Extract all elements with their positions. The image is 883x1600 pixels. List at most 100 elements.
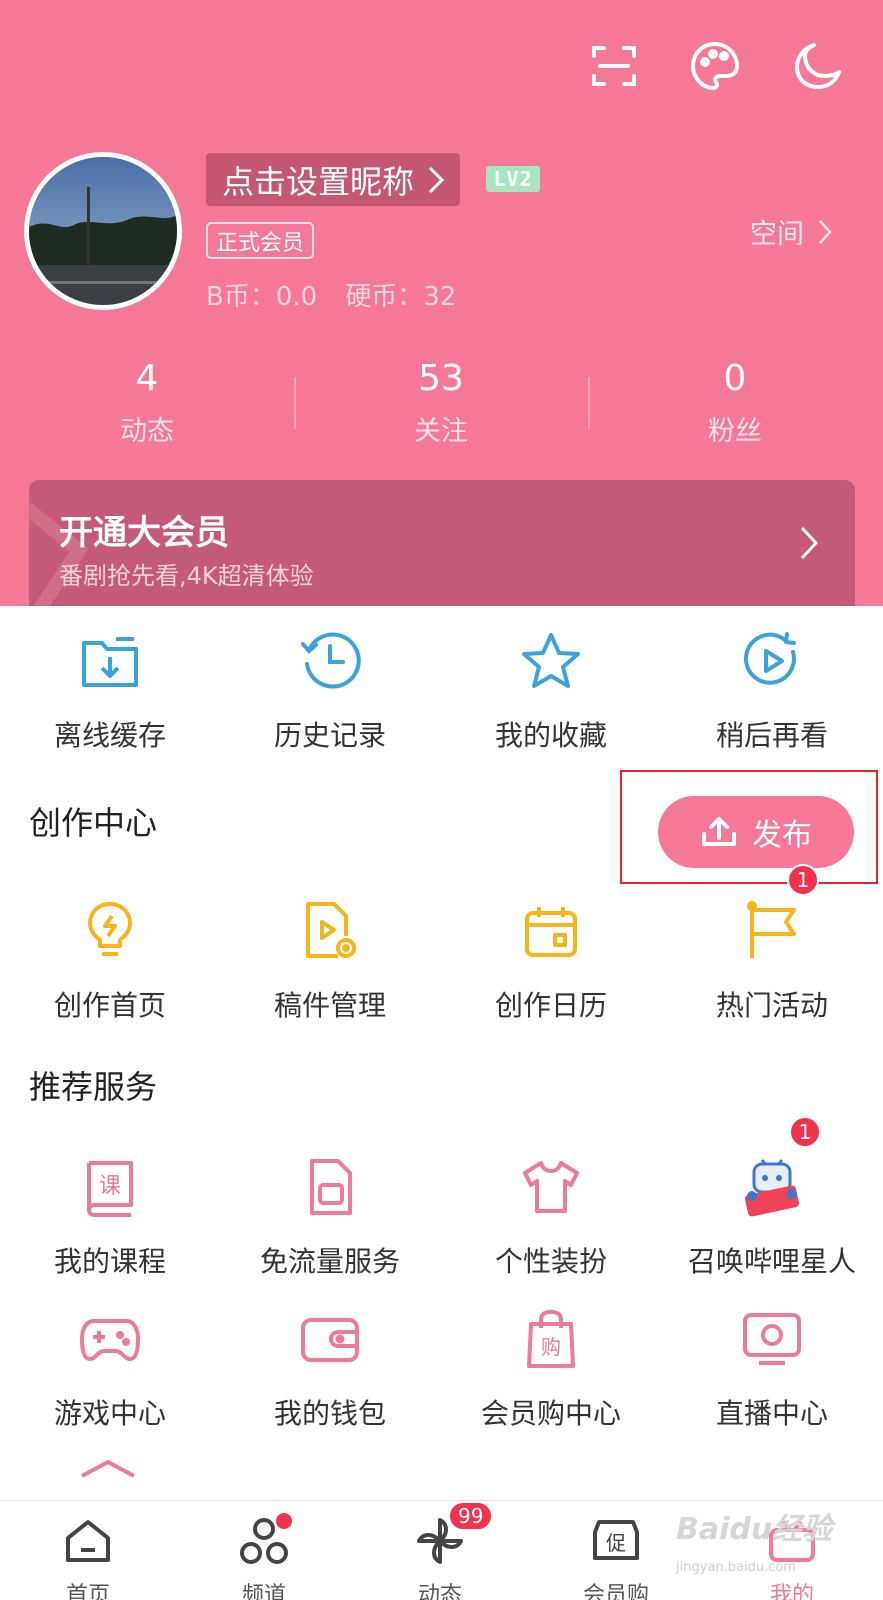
history-item[interactable]: 历史记录	[220, 628, 440, 754]
coin-info: B币：0.0 硬币：32	[206, 276, 456, 313]
wallet-item[interactable]: 我的钱包	[220, 1306, 440, 1432]
item-label: 我的钱包	[273, 1397, 386, 1430]
notification-badge: 1	[789, 1116, 821, 1148]
item-label: 免流量服务	[259, 1245, 400, 1278]
membership-badge: 正式会员	[206, 222, 315, 259]
item-label: 我的课程	[53, 1245, 166, 1278]
avatar[interactable]	[24, 152, 182, 310]
recommended-services-title: 推荐服务	[29, 1068, 158, 1106]
live-tv-icon	[739, 1306, 805, 1372]
free-data-item[interactable]: 免流量服务	[220, 1154, 440, 1280]
vip-title: 开通大会员	[59, 513, 229, 553]
stat-label: 动态	[120, 416, 174, 447]
my-courses-item[interactable]: 课 我的课程	[0, 1154, 220, 1280]
scan-icon[interactable]	[584, 36, 644, 96]
item-label: 热门活动	[715, 989, 828, 1022]
creation-center-title: 创作中心	[29, 804, 158, 842]
gamepad-icon	[77, 1306, 143, 1372]
palette-icon[interactable]	[685, 36, 745, 96]
sim-card-icon	[297, 1154, 363, 1220]
watermark-url: jingyan.baidu.com	[676, 1560, 796, 1575]
download-folder-icon	[77, 628, 143, 694]
item-label: 离线缓存	[53, 719, 166, 752]
item-label: 会员购中心	[480, 1397, 621, 1430]
creation-row: 创作首页 稿件管理 创作日历 1 热门活动	[0, 864, 883, 1048]
quick-actions-row: 离线缓存 历史记录 我的收藏 稍后再看	[0, 628, 883, 778]
stat-following[interactable]: 53 关注	[294, 355, 588, 448]
manuscript-manage-item[interactable]: 稿件管理	[220, 898, 440, 1024]
services-row-1: 课 我的课程 免流量服务 个性装扮 1 召唤哔哩星人	[0, 1116, 883, 1304]
stat-dynamics[interactable]: 4 动态	[0, 355, 294, 448]
tab-label: 首页	[65, 1583, 110, 1600]
stats-row: 4 动态 53 关注 0 粉丝	[0, 355, 883, 455]
tab-label: 动态	[417, 1583, 462, 1600]
hot-activities-item[interactable]: 1 热门活动	[662, 864, 882, 1024]
stat-value: 53	[418, 358, 464, 399]
vip-shop-item[interactable]: 购 会员购中心	[441, 1306, 661, 1432]
channel-icon	[176, 1513, 352, 1567]
game-center-item[interactable]: 游戏中心	[0, 1306, 220, 1432]
item-label: 稿件管理	[273, 989, 386, 1022]
space-label: 空间	[750, 219, 804, 250]
content-panel: 离线缓存 历史记录 我的收藏 稍后再看 创作中心 发布 创作首页 稿件管理 创作…	[0, 606, 883, 1506]
bcoin-balance: B币：0.0	[206, 282, 318, 312]
item-label: 召唤哔哩星人	[687, 1245, 856, 1278]
item-label: 创作日历	[494, 989, 607, 1022]
chevron-right-icon	[819, 219, 832, 244]
course-book-icon: 课	[77, 1154, 143, 1220]
stat-value: 4	[135, 358, 159, 399]
nickname-button[interactable]: 点击设置昵称	[206, 153, 461, 206]
item-label: 历史记录	[273, 719, 386, 752]
svg-text:购: 购	[541, 1335, 561, 1359]
chevron-right-icon	[800, 526, 819, 560]
flag-icon: 1	[739, 864, 819, 964]
offline-cache-item[interactable]: 离线缓存	[0, 628, 220, 754]
mascot-icon: 1	[739, 1116, 821, 1220]
notification-badge: 99	[448, 1501, 494, 1531]
chevron-right-icon	[428, 166, 445, 193]
watch-later-item[interactable]: 稍后再看	[662, 628, 882, 754]
stat-fans[interactable]: 0 粉丝	[588, 355, 882, 448]
stat-value: 0	[723, 358, 747, 399]
tab-label: 会员购	[582, 1583, 649, 1600]
stat-label: 粉丝	[708, 416, 762, 447]
creation-calendar-item[interactable]: 创作日历	[441, 898, 661, 1024]
tab-channel[interactable]: 频道	[176, 1513, 352, 1600]
profile-header: 点击设置昵称 LV2 正式会员 B币：0.0 硬币：32 空间 4 动态 53 关…	[0, 0, 883, 606]
space-link[interactable]: 空间	[750, 212, 832, 251]
item-label: 稍后再看	[715, 719, 828, 752]
shopping-bag-icon: 购	[518, 1306, 584, 1372]
stat-label: 关注	[414, 416, 468, 447]
item-label: 直播中心	[715, 1397, 828, 1430]
creator-home-item[interactable]: 创作首页	[0, 898, 220, 1024]
star-icon	[518, 628, 584, 694]
notification-badge: 1	[787, 864, 819, 896]
services-row-2: 游戏中心 我的钱包 购 会员购中心 直播中心	[0, 1306, 883, 1456]
watch-later-icon	[739, 628, 805, 694]
live-center-item[interactable]: 直播中心	[662, 1306, 882, 1432]
manuscript-icon	[297, 898, 363, 964]
wallet-icon	[297, 1306, 363, 1372]
coin-balance: 硬币：32	[345, 282, 457, 312]
pinwheel-icon: 99	[352, 1501, 528, 1567]
nickname-text: 点击设置昵称	[222, 162, 415, 201]
night-mode-icon[interactable]	[787, 36, 847, 96]
level-badge: LV2	[486, 166, 540, 192]
dress-up-item[interactable]: 个性装扮	[441, 1154, 661, 1280]
watermark-logo: Baidu经验	[676, 1512, 833, 1547]
svg-text:课: 课	[99, 1174, 121, 1199]
notification-dot	[276, 1513, 292, 1529]
summon-bilibili-item[interactable]: 1 召唤哔哩星人	[662, 1116, 882, 1280]
favorites-item[interactable]: 我的收藏	[441, 628, 661, 754]
item-label: 我的收藏	[494, 719, 607, 752]
svg-text:促: 促	[606, 1531, 626, 1555]
tab-home[interactable]: 首页	[0, 1515, 176, 1600]
tab-dynamics[interactable]: 99 动态	[352, 1501, 528, 1600]
tshirt-icon	[518, 1154, 584, 1220]
vip-banner[interactable]: 开通大会员 番剧抢先看,4K超清体验	[29, 480, 855, 606]
item-label: 游戏中心	[53, 1397, 166, 1430]
item-label: 创作首页	[53, 989, 166, 1022]
calendar-icon	[518, 898, 584, 964]
vip-subtitle: 番剧抢先看,4K超清体验	[59, 562, 314, 590]
tab-label: 我的	[769, 1583, 814, 1600]
